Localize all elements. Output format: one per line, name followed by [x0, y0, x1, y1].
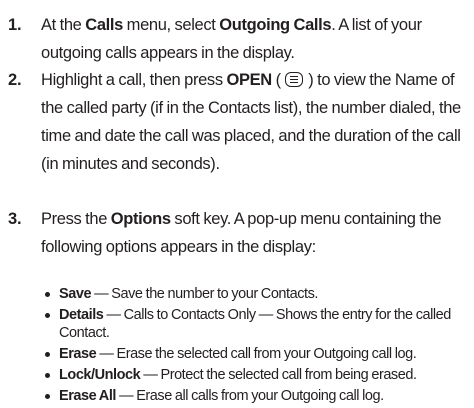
step-number: 2.: [8, 71, 22, 89]
outgoing-calls-label: Outgoing Calls: [219, 16, 332, 34]
option-name: Details: [59, 307, 104, 323]
step-text: Highlight a call, then press OPEN ( ) to…: [41, 71, 461, 173]
option-name: Erase All: [59, 388, 116, 404]
list-item: Erase — Erase the selected call from you…: [45, 345, 470, 363]
option-description: — Erase the selected call from your Outg…: [96, 346, 417, 362]
list-item: Lock/Unlock — Protect the selected call …: [45, 366, 470, 384]
step-number: 3.: [8, 210, 22, 228]
list-item: Erase All — Erase all calls from your Ou…: [45, 387, 470, 405]
option-description: — Protect the selected call from being e…: [140, 367, 417, 383]
option-description: — Erase all calls from your Outgoing cal…: [115, 388, 384, 404]
step-number: 1.: [8, 16, 22, 34]
instruction-document: 1. At the Calls menu, select Outgoing Ca…: [0, 0, 474, 404]
option-name: Save: [59, 286, 92, 302]
list-item: Details — Calls to Contacts Only — Shows…: [45, 306, 470, 342]
options-softkey-label: Options: [110, 210, 171, 228]
menu-ok-key-icon: [285, 72, 304, 87]
option-description: — Calls to Contacts Only — Shows the ent…: [59, 307, 451, 341]
option-name: Lock/Unlock: [59, 367, 141, 383]
open-key-label: OPEN: [226, 71, 272, 89]
step-text: At the Calls menu, select Outgoing Calls…: [41, 16, 422, 62]
option-name: Erase: [59, 346, 97, 362]
option-description: — Save the number to your Contacts.: [91, 286, 318, 302]
options-list: Save — Save the number to your Contacts.…: [45, 285, 470, 408]
list-item: Save — Save the number to your Contacts.: [45, 285, 470, 303]
calls-menu-label: Calls: [85, 16, 123, 34]
step-text: Press the Options soft key. A pop-up men…: [41, 210, 442, 256]
